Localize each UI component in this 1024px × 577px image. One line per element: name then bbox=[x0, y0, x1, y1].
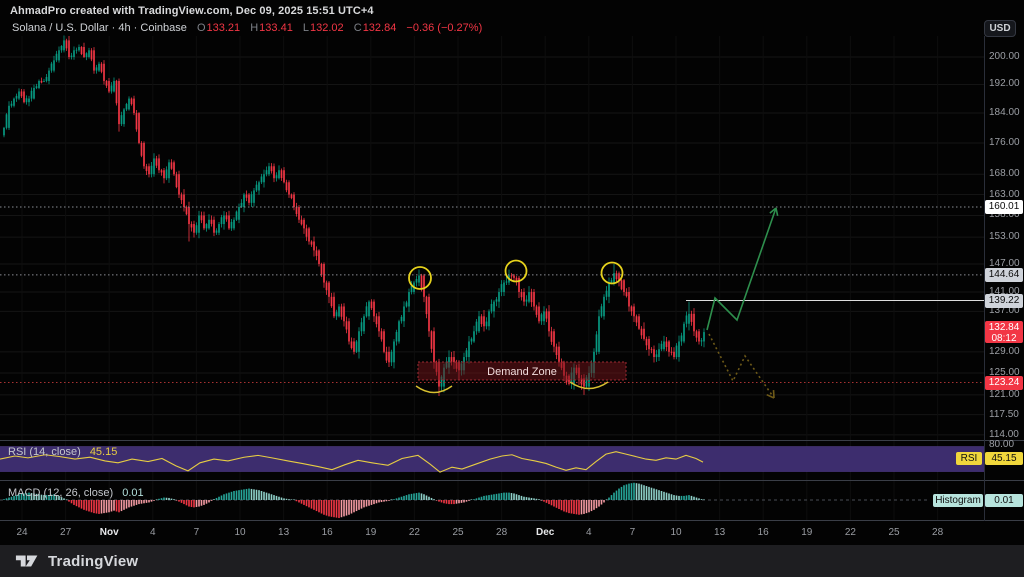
projection-arrow-up-head bbox=[776, 208, 778, 216]
price-label-160.01: 160.01 bbox=[985, 200, 1023, 214]
time-tick-label: 16 bbox=[322, 527, 333, 538]
time-tick-label: Nov bbox=[100, 527, 119, 538]
macd-histogram-badge: Histogram bbox=[933, 494, 983, 507]
time-tick-label: Dec bbox=[536, 527, 554, 538]
time-tick-label: 10 bbox=[670, 527, 681, 538]
highlight-arc bbox=[416, 386, 452, 393]
projection-arrow-down-head bbox=[773, 390, 774, 398]
symbol-title: Solana / U.S. Dollar · 4h · Coinbase bbox=[12, 22, 187, 34]
tradingview-chart-window: Demand Zone AhmadPro created with Tradin… bbox=[0, 0, 1024, 577]
price-label-132.84: 132.8408:12 bbox=[985, 321, 1023, 343]
open-label: O bbox=[197, 22, 206, 34]
rsi-pane-title: RSI (14, close) 45.15 bbox=[8, 446, 117, 458]
macd-title-text: MACD (12, 26, close) bbox=[8, 487, 113, 499]
time-tick-label: 25 bbox=[888, 527, 899, 538]
time-tick-label: 13 bbox=[278, 527, 289, 538]
high-value: 133.41 bbox=[259, 22, 293, 34]
close-label: C bbox=[354, 22, 362, 34]
change-value: −0.36 (−0.27%) bbox=[406, 22, 482, 34]
price-tick-label: 168.00 bbox=[989, 169, 1022, 179]
time-tick-label: 22 bbox=[409, 527, 420, 538]
time-tick-label: 10 bbox=[234, 527, 245, 538]
time-tick-label: 4 bbox=[586, 527, 592, 538]
demand-zone-label: Demand Zone bbox=[487, 366, 557, 378]
time-tick-label: 24 bbox=[16, 527, 27, 538]
time-tick-label: 7 bbox=[630, 527, 636, 538]
time-tick-label: 13 bbox=[714, 527, 725, 538]
rsi-scale-badge: RSI bbox=[956, 452, 982, 465]
price-label-144.64: 144.64 bbox=[985, 268, 1023, 282]
footer-bar: TradingView bbox=[0, 545, 1024, 577]
price-tick-label: 153.00 bbox=[989, 232, 1022, 242]
chart-canvas[interactable]: Demand Zone bbox=[0, 0, 1024, 577]
credit-line: AhmadPro created with TradingView.com, D… bbox=[10, 5, 374, 17]
price-tick-label: 117.50 bbox=[989, 410, 1022, 420]
high-label: H bbox=[250, 22, 258, 34]
time-tick-label: 19 bbox=[365, 527, 376, 538]
rsi-title-text: RSI (14, close) bbox=[8, 446, 81, 458]
price-tick-label: 121.00 bbox=[989, 390, 1022, 400]
low-value: 132.02 bbox=[310, 22, 344, 34]
symbol-info-row[interactable]: Solana / U.S. Dollar · 4h · Coinbase O13… bbox=[12, 22, 482, 34]
price-tick-label: 163.00 bbox=[989, 190, 1022, 200]
rsi-scale-tick: 80.00 bbox=[989, 439, 1014, 450]
footer-brand-text[interactable]: TradingView bbox=[48, 553, 138, 570]
macd-pane-title: MACD (12, 26, close) 0.01 bbox=[8, 487, 144, 499]
macd-value-badge: 0.01 bbox=[985, 494, 1023, 507]
time-tick-label: 19 bbox=[801, 527, 812, 538]
close-value: 132.84 bbox=[363, 22, 397, 34]
rsi-value-badge: 45.15 bbox=[985, 452, 1023, 465]
time-tick-label: 4 bbox=[150, 527, 156, 538]
time-tick-label: 28 bbox=[932, 527, 943, 538]
time-tick-label: 22 bbox=[845, 527, 856, 538]
low-label: L bbox=[303, 22, 309, 34]
time-tick-label: 7 bbox=[194, 527, 200, 538]
tradingview-logo-icon[interactable] bbox=[14, 552, 40, 570]
price-tick-label: 129.00 bbox=[989, 347, 1022, 357]
price-tick-label: 184.00 bbox=[989, 108, 1022, 118]
open-value: 133.21 bbox=[207, 22, 241, 34]
time-tick-label: 28 bbox=[496, 527, 507, 538]
highlight-circle bbox=[409, 267, 431, 289]
price-label-123.24: 123.24 bbox=[985, 376, 1023, 390]
price-label-139.22: 139.22 bbox=[985, 294, 1023, 308]
projection-arrow-down bbox=[709, 334, 774, 398]
price-tick-label: 176.00 bbox=[989, 138, 1022, 148]
time-tick-label: 25 bbox=[452, 527, 463, 538]
time-tick-label: 27 bbox=[60, 527, 71, 538]
time-tick-label: 16 bbox=[758, 527, 769, 538]
price-tick-label: 192.00 bbox=[989, 79, 1022, 89]
currency-toggle-button[interactable]: USD bbox=[984, 20, 1016, 37]
price-tick-label: 200.00 bbox=[989, 52, 1022, 62]
rsi-current-value: 45.15 bbox=[90, 446, 118, 458]
price-tick-label: 137.00 bbox=[989, 306, 1022, 316]
macd-current-value: 0.01 bbox=[122, 487, 143, 499]
